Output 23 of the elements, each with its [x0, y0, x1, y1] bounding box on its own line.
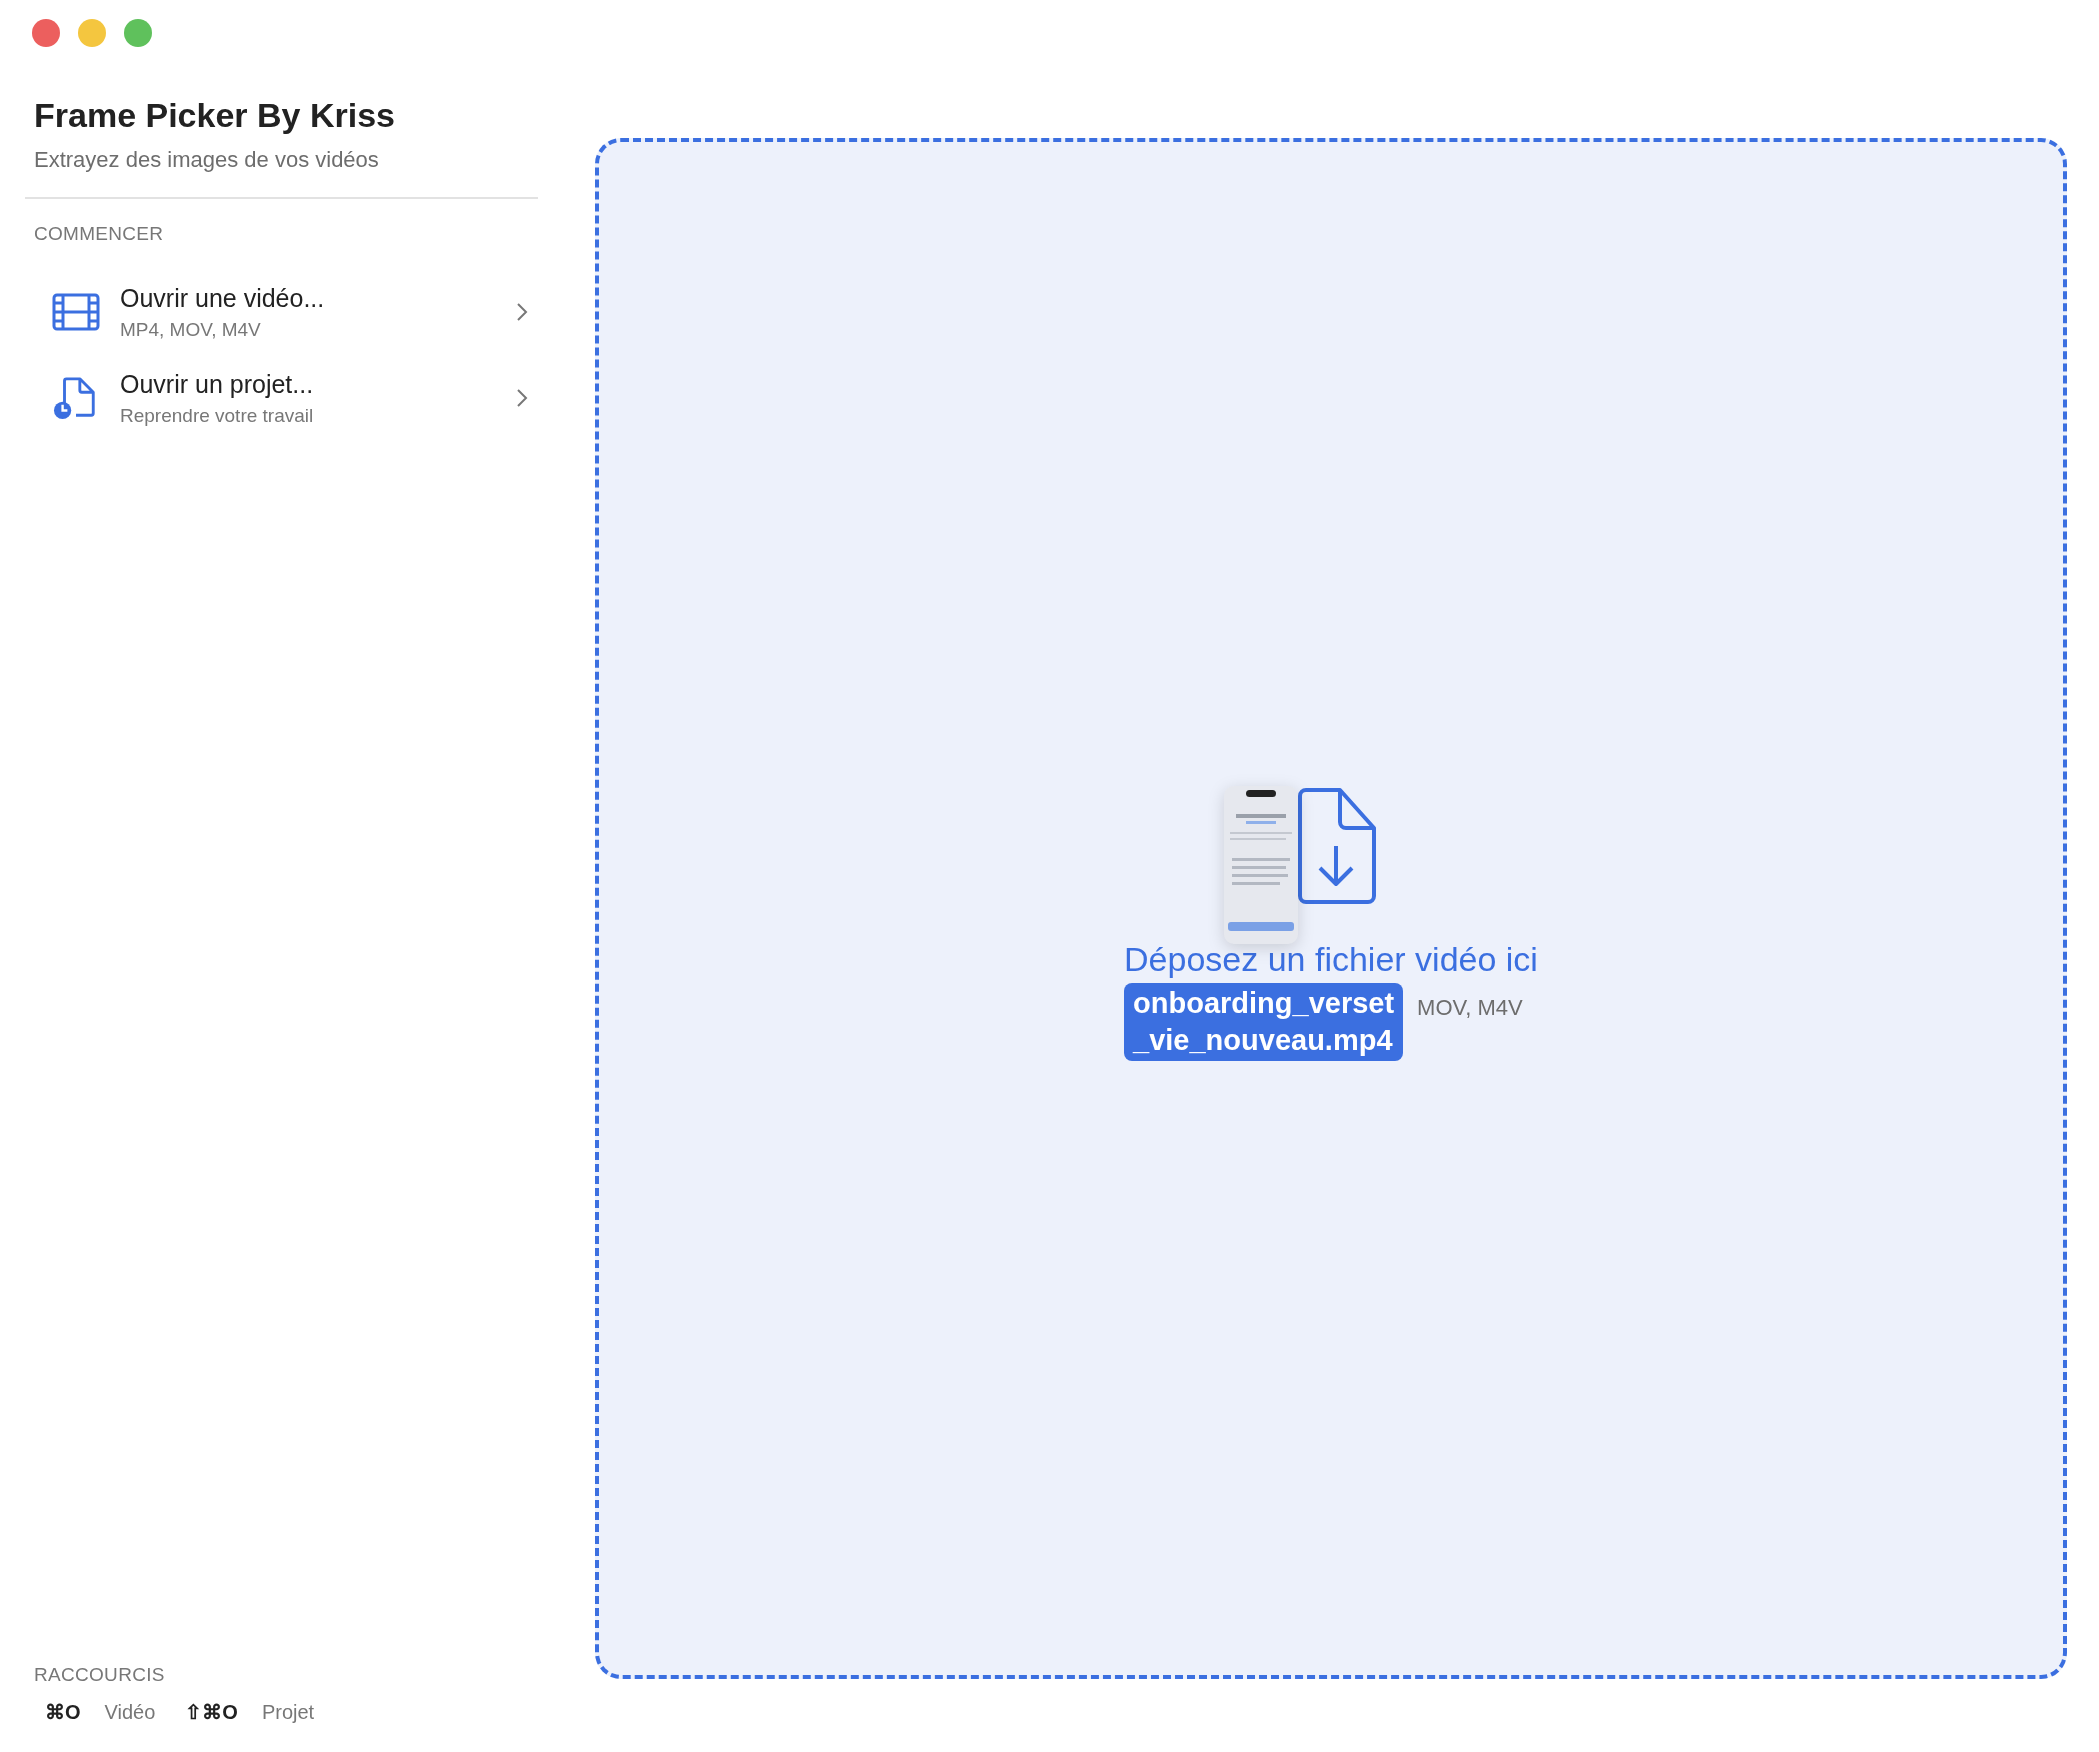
item-title: Ouvrir une vidéo... [120, 283, 326, 313]
sidebar-item[interactable]: Ouvrir un projet... Reprendre votre travail [25, 355, 538, 441]
file-name-badge: onboarding_verset _vie_nouveau.mp4 [1124, 983, 1404, 1061]
chevron-icon [516, 388, 528, 408]
drop-zone[interactable]: Déposez un fichier vidéo ici onboarding_verset _vie_nouveau.mp4 MOV, M4V [595, 138, 2067, 1679]
section-heading: COMMENCER [33, 223, 165, 245]
app-subtitle: Extrayez des images de vos vidéos [34, 147, 380, 173]
item-subtitle: Reprendre votre travail [120, 404, 315, 427]
window-control-button[interactable] [78, 19, 106, 47]
section-heading: RACCOURCIS [33, 1664, 166, 1686]
item-title: Ouvrir un projet... [120, 369, 315, 399]
shortcut-keys: ⌘O [45, 1700, 81, 1724]
drop-zone-subtitle: MOV, M4V [1417, 995, 1523, 1021]
sidebar-item[interactable]: Ouvrir une vidéo... MP4, MOV, M4V [25, 269, 538, 355]
shortcut-label: Vidéo [104, 1700, 156, 1724]
chevron-icon [516, 302, 528, 322]
shortcut-label: Projet [261, 1700, 315, 1724]
item-subtitle: MP4, MOV, M4V [120, 318, 262, 341]
app-title: Frame Picker By Kriss [34, 96, 396, 135]
shortcut-keys: ⇧⌘O [185, 1700, 238, 1724]
drop-zone-title: Déposez un fichier vidéo ici [1124, 940, 1538, 979]
window-control-button[interactable] [124, 19, 152, 47]
window-control-button[interactable] [32, 19, 60, 47]
